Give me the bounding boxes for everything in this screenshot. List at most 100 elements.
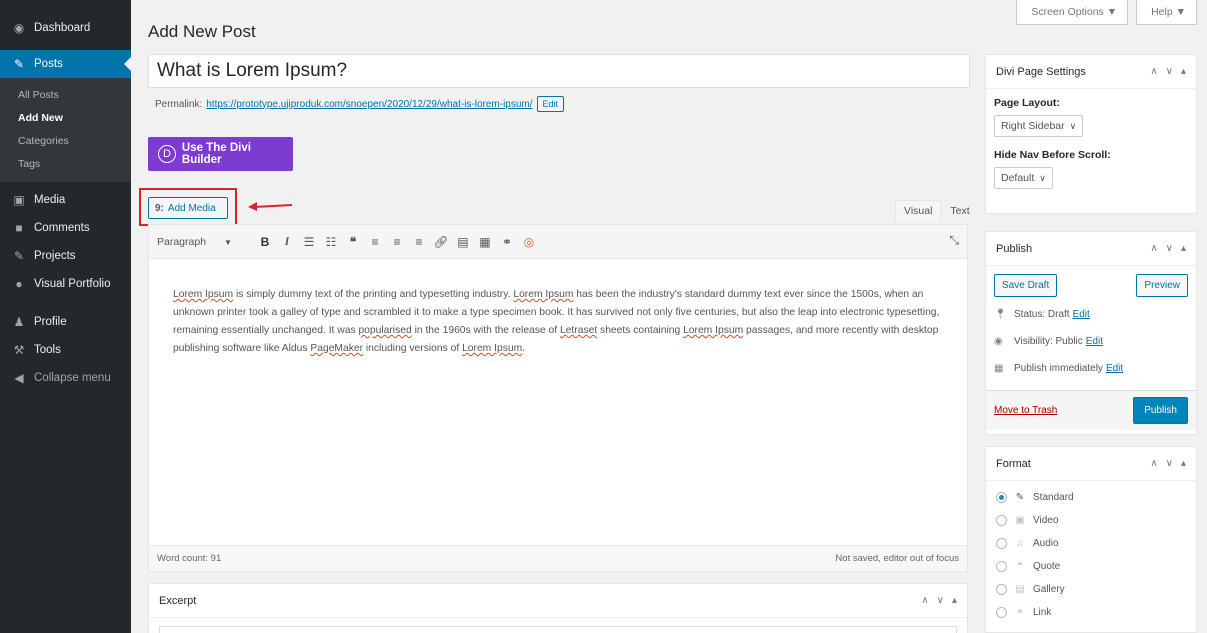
publish-button[interactable]: Publish bbox=[1133, 397, 1188, 424]
bullet-list-icon[interactable]: ☰ bbox=[298, 231, 320, 253]
content-text: including versions of bbox=[363, 343, 463, 354]
content-text: sheets containing bbox=[597, 325, 684, 336]
align-right-icon[interactable]: ≡ bbox=[408, 231, 430, 253]
chevron-down-icon[interactable]: ∨ bbox=[937, 595, 944, 606]
sidebar-item-posts[interactable]: ✎ Posts bbox=[0, 50, 131, 78]
add-media-label: Add Media bbox=[167, 202, 216, 214]
sidebar-item-profile[interactable]: ♟ Profile bbox=[0, 308, 131, 336]
radio-standard[interactable] bbox=[996, 492, 1007, 503]
toggle-arrow-icon[interactable]: ▴ bbox=[1181, 243, 1186, 254]
preview-button[interactable]: Preview bbox=[1136, 274, 1188, 297]
numbered-list-icon[interactable]: ☷ bbox=[320, 231, 342, 253]
help-button[interactable]: Help ▼ bbox=[1136, 0, 1197, 25]
submenu-categories[interactable]: Categories bbox=[0, 130, 131, 153]
edit-visibility-link[interactable]: Edit bbox=[1086, 336, 1103, 347]
pin-icon: ✎ bbox=[13, 57, 25, 71]
hide-nav-select[interactable]: Default ∨ bbox=[994, 167, 1053, 189]
submenu-all-posts[interactable]: All Posts bbox=[0, 84, 131, 107]
radio-quote[interactable] bbox=[996, 561, 1007, 572]
editor-toolbar: Paragraph ▼ B I ☰ ☷ ❝ ≡ ≡ ≡ 🔗︎ ▤ ▦ ⚭ ◎ ⤡ bbox=[149, 225, 967, 259]
radio-audio[interactable] bbox=[996, 538, 1007, 549]
box-controls: ∧ ∨ ▴ bbox=[1150, 243, 1186, 254]
format-option-link[interactable]: ⚭ Link bbox=[986, 601, 1196, 624]
submenu-add-new[interactable]: Add New bbox=[0, 107, 131, 130]
format-label: Quote bbox=[1033, 561, 1061, 572]
divi-settings-header[interactable]: Divi Page Settings ∧ ∨ ▴ bbox=[986, 55, 1196, 89]
chevron-down-icon[interactable]: ∨ bbox=[1166, 458, 1173, 469]
edit-schedule-link[interactable]: Edit bbox=[1106, 363, 1123, 374]
chevron-down-icon[interactable]: ∨ bbox=[1166, 243, 1173, 254]
save-draft-button[interactable]: Save Draft bbox=[994, 274, 1058, 297]
permalink-edit-button[interactable]: Edit bbox=[536, 96, 565, 112]
sidebar-item-visual-portfolio[interactable]: ● Visual Portfolio bbox=[0, 270, 131, 298]
chevron-up-icon[interactable]: ∧ bbox=[1150, 243, 1157, 254]
post-status-text: Status: Draft bbox=[1014, 309, 1070, 320]
excerpt-header[interactable]: Excerpt ∧ ∨ ▴ bbox=[149, 584, 967, 618]
radio-gallery[interactable] bbox=[996, 584, 1007, 595]
link-icon[interactable]: 🔗︎ bbox=[430, 231, 452, 253]
content-text: in the 1960s with the release of bbox=[411, 325, 560, 336]
tab-text[interactable]: Text bbox=[941, 200, 978, 222]
format-box: Format ∧ ∨ ▴ ✎ Standard ▣ Video ♫ Audio … bbox=[985, 446, 1197, 633]
publish-major-actions: Move to Trash Publish bbox=[986, 390, 1196, 430]
tab-visual[interactable]: Visual bbox=[895, 200, 942, 222]
radio-link[interactable] bbox=[996, 607, 1007, 618]
comment-icon: ■ bbox=[15, 221, 23, 235]
excerpt-textarea[interactable] bbox=[159, 626, 957, 633]
submenu-tags[interactable]: Tags bbox=[0, 153, 131, 176]
box-controls: ∧ ∨ ▴ bbox=[921, 595, 957, 606]
format-option-standard[interactable]: ✎ Standard bbox=[986, 486, 1196, 509]
spellcheck-word: Lorem Ipsum bbox=[513, 289, 574, 300]
sidebar-item-label: Projects bbox=[34, 250, 76, 262]
screen-options-button[interactable]: Screen Options ▼ bbox=[1016, 0, 1129, 25]
page-layout-select[interactable]: Right Sidebar ∨ bbox=[994, 115, 1084, 137]
italic-icon[interactable]: I bbox=[276, 231, 298, 253]
edit-status-link[interactable]: Edit bbox=[1073, 309, 1090, 320]
sidebar-item-dashboard[interactable]: ◉ Dashboard bbox=[0, 14, 131, 42]
add-media-button[interactable]: 9: Add Media bbox=[148, 197, 228, 219]
toggle-arrow-icon[interactable]: ▴ bbox=[952, 595, 957, 606]
divi-page-settings-box: Divi Page Settings ∧ ∨ ▴ Page Layout: Ri… bbox=[985, 54, 1197, 214]
sidebar-item-projects[interactable]: ✎ Projects bbox=[0, 242, 131, 270]
chevron-down-icon: ∨ bbox=[1069, 120, 1077, 131]
chevron-up-icon[interactable]: ∧ bbox=[1150, 66, 1157, 77]
divi-builder-button[interactable]: D Use The Divi Builder bbox=[148, 137, 293, 171]
align-center-icon[interactable]: ≡ bbox=[386, 231, 408, 253]
divi-shortcode-icon[interactable]: ◎ bbox=[518, 231, 540, 253]
chevron-up-icon[interactable]: ∧ bbox=[1150, 458, 1157, 469]
red-arrow-annotation bbox=[248, 202, 293, 211]
unlink-icon[interactable]: ⚭ bbox=[496, 231, 518, 253]
toggle-arrow-icon[interactable]: ▴ bbox=[1181, 458, 1186, 469]
fullscreen-icon[interactable]: ⤡ bbox=[949, 233, 959, 248]
sidebar-item-comments[interactable]: ■ Comments bbox=[0, 214, 131, 242]
chevron-down-icon[interactable]: ∨ bbox=[1166, 66, 1173, 77]
publish-header[interactable]: Publish ∧ ∨ ▴ bbox=[986, 232, 1196, 266]
toolbar-toggle-icon[interactable]: ▦ bbox=[474, 231, 496, 253]
radio-video[interactable] bbox=[996, 515, 1007, 526]
read-more-icon[interactable]: ▤ bbox=[452, 231, 474, 253]
chevron-down-icon: ∨ bbox=[1039, 172, 1046, 183]
format-option-gallery[interactable]: ▤ Gallery bbox=[986, 578, 1196, 601]
permalink-link[interactable]: https://prototype.ujiproduk.com/snoepen/… bbox=[206, 99, 532, 110]
blockquote-icon[interactable]: ❝ bbox=[342, 231, 364, 253]
format-option-video[interactable]: ▣ Video bbox=[986, 509, 1196, 532]
format-option-audio[interactable]: ♫ Audio bbox=[986, 532, 1196, 555]
move-to-trash-link[interactable]: Move to Trash bbox=[994, 405, 1057, 416]
page-layout-value: Right Sidebar bbox=[1001, 120, 1065, 132]
editor-content[interactable]: Lorem Ipsum is simply dummy text of the … bbox=[149, 259, 967, 358]
align-left-icon[interactable]: ≡ bbox=[364, 231, 386, 253]
format-select[interactable]: Paragraph ▼ bbox=[157, 236, 248, 248]
format-header[interactable]: Format ∧ ∨ ▴ bbox=[986, 447, 1196, 481]
toggle-arrow-icon[interactable]: ▴ bbox=[1181, 66, 1186, 77]
format-label: Standard bbox=[1033, 492, 1074, 503]
sidebar-item-media[interactable]: ▣ Media bbox=[0, 186, 131, 214]
format-option-quote[interactable]: ❝ Quote bbox=[986, 555, 1196, 578]
chevron-up-icon[interactable]: ∧ bbox=[921, 595, 928, 606]
bold-icon[interactable]: B bbox=[254, 231, 276, 253]
post-title-input[interactable]: What is Lorem Ipsum? bbox=[148, 54, 970, 88]
format-title: Format bbox=[996, 457, 1031, 470]
sidebar-item-tools[interactable]: ⚒ Tools bbox=[0, 336, 131, 364]
format-select-value: Paragraph bbox=[157, 235, 207, 248]
chevron-down-icon: ▼ bbox=[224, 237, 232, 247]
collapse-menu-button[interactable]: ◀ Collapse menu bbox=[0, 364, 131, 392]
